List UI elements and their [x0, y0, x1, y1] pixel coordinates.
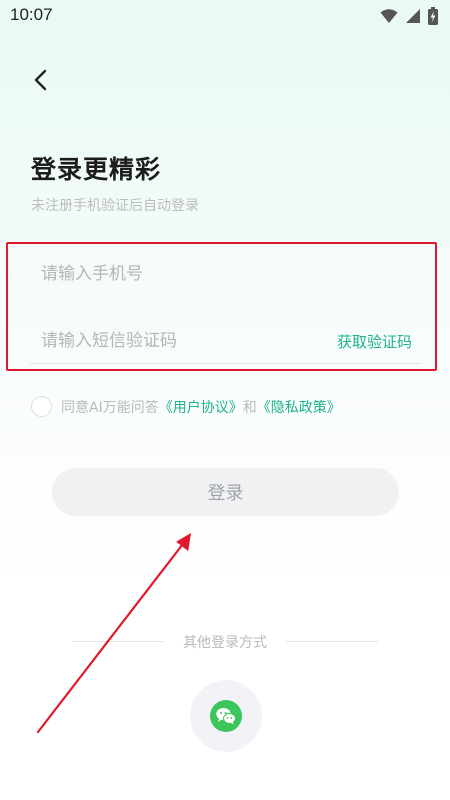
- signal-icon: [406, 9, 420, 23]
- other-login-divider: 其他登录方式: [72, 632, 378, 652]
- battery-charging-icon: [428, 7, 438, 25]
- status-bar: 10:07: [0, 0, 450, 32]
- status-time: 10:07: [10, 5, 53, 24]
- other-login-label: 其他登录方式: [183, 635, 267, 651]
- divider-line-right: [286, 641, 378, 642]
- wechat-login-button[interactable]: [190, 680, 262, 752]
- agreement-prefix: 同意AI万能问答: [61, 399, 159, 416]
- login-button[interactable]: 登录: [52, 468, 399, 516]
- wechat-icon: [210, 700, 242, 732]
- agreement-row: 同意AI万能问答 《用户协议》 和 《隐私政策》: [31, 396, 341, 417]
- highlight-annotation-box: [6, 242, 437, 371]
- page-subtitle: 未注册手机验证后自动登录: [31, 198, 199, 214]
- page-title: 登录更精彩: [31, 155, 162, 184]
- user-agreement-link[interactable]: 《用户协议》: [159, 397, 243, 417]
- privacy-policy-link[interactable]: 《隐私政策》: [257, 397, 341, 417]
- chevron-left-icon: [34, 69, 47, 91]
- status-icons: [380, 7, 438, 25]
- back-button[interactable]: [28, 64, 56, 96]
- agreement-and: 和: [242, 399, 257, 416]
- wifi-icon: [380, 9, 398, 23]
- agreement-checkbox[interactable]: [31, 396, 52, 417]
